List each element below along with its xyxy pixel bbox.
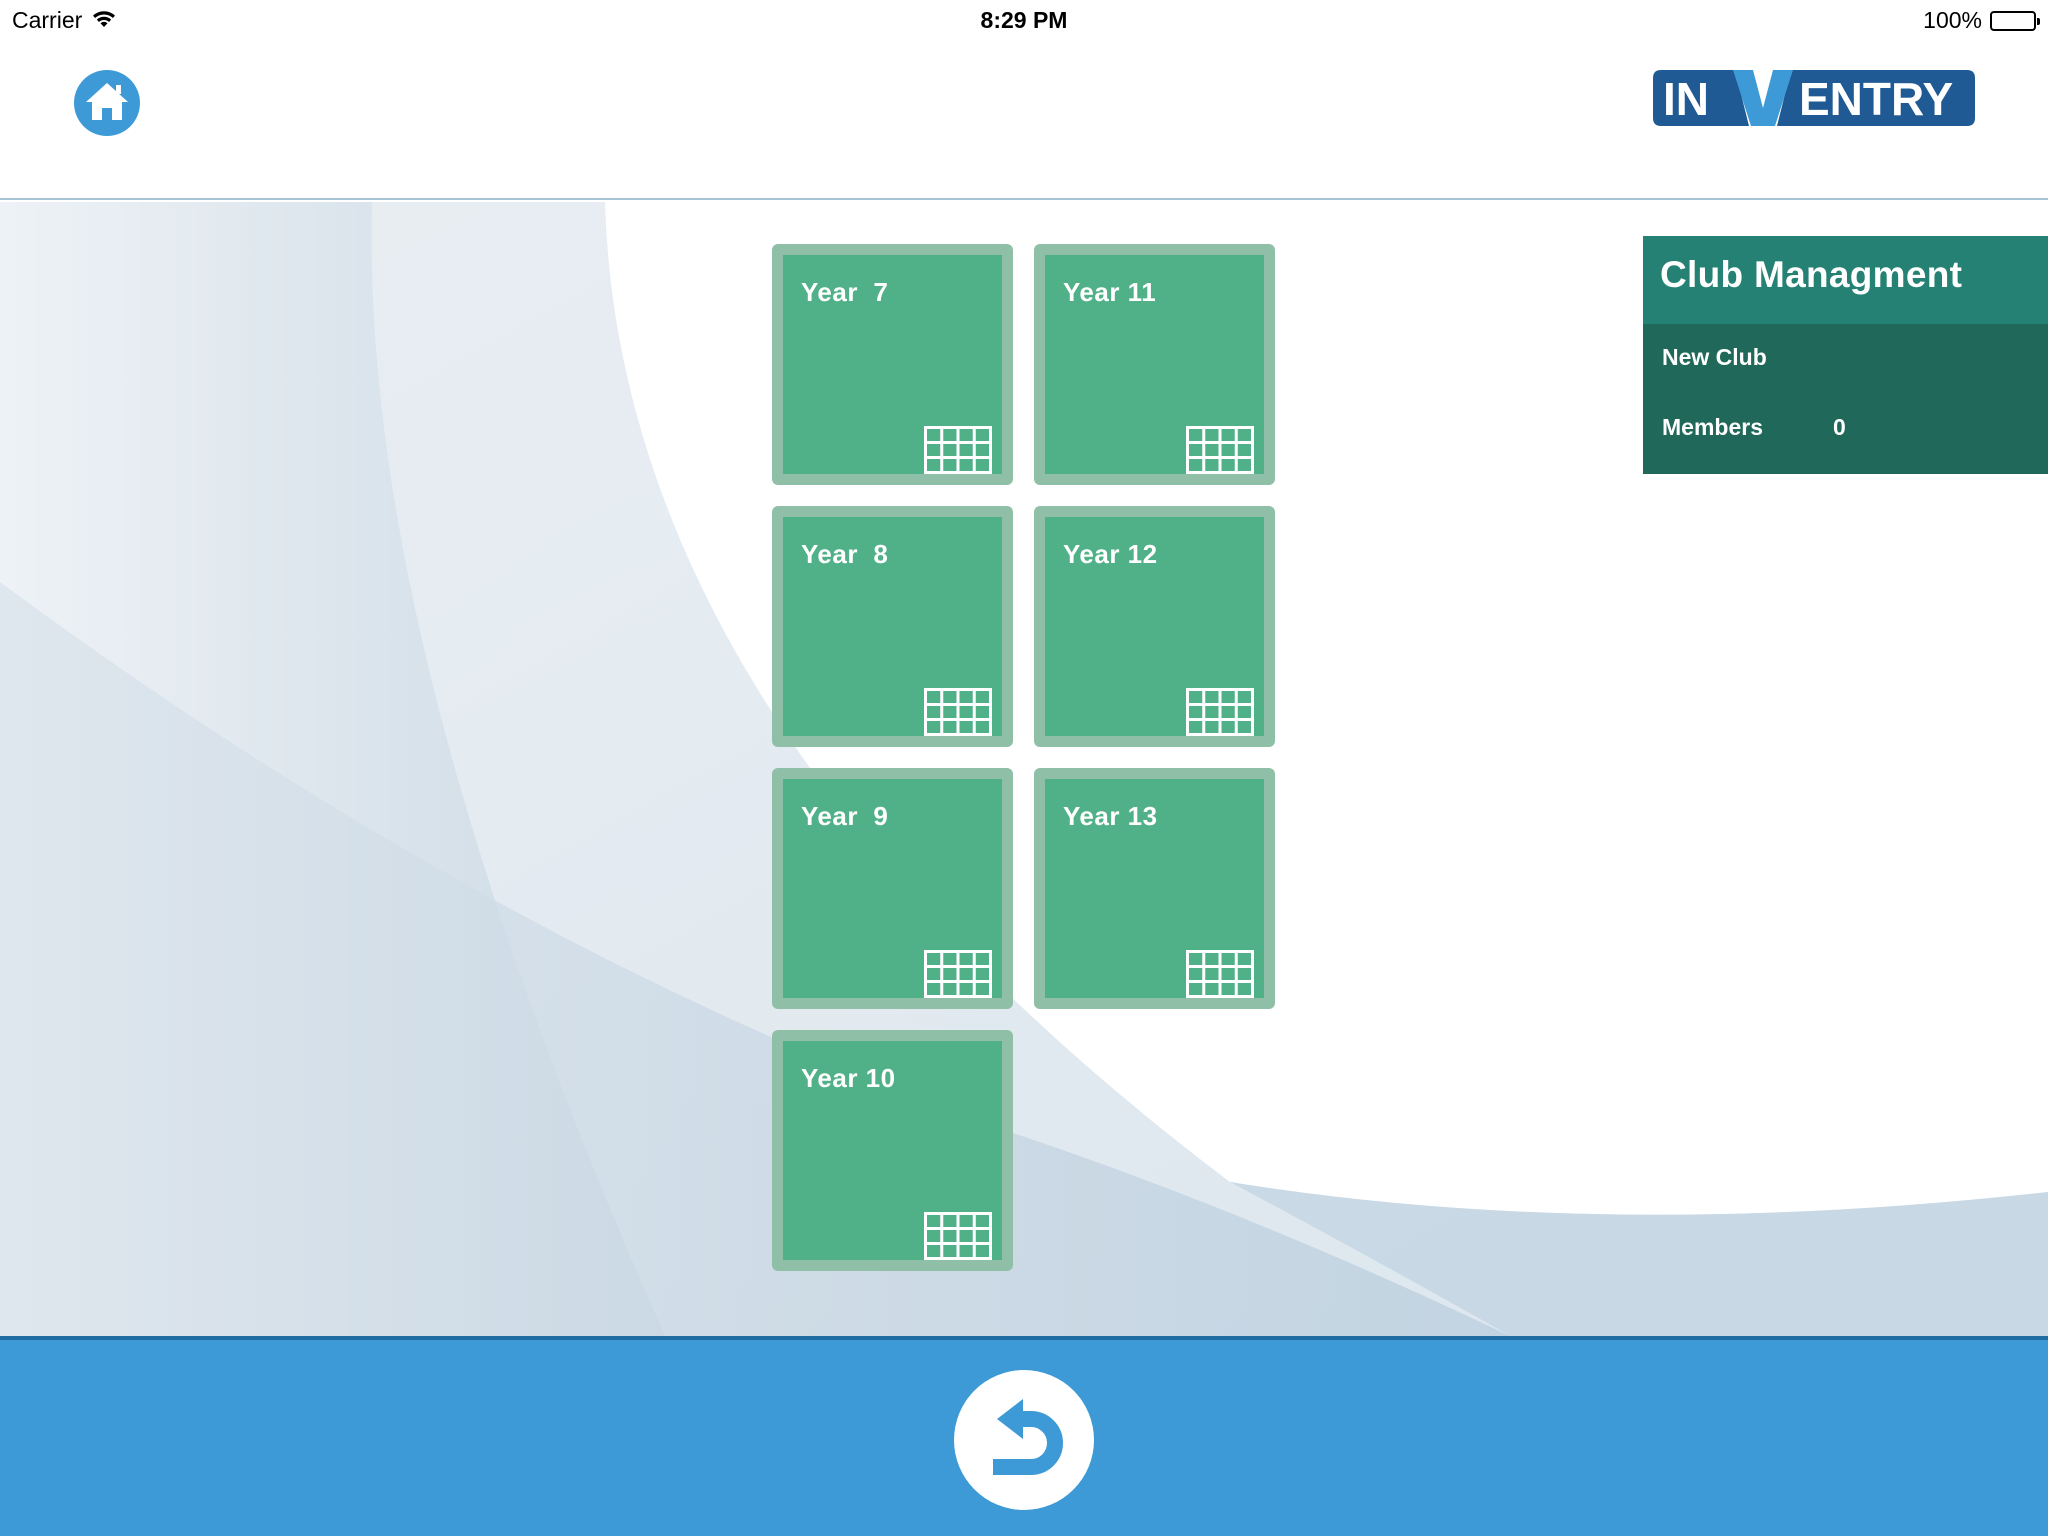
grid-icon (1186, 426, 1254, 474)
undo-icon (979, 1393, 1069, 1488)
tile-body: Year 7 (783, 255, 1002, 474)
panel-body: New Club Members 0 (1643, 324, 2048, 474)
tile-year-12[interactable]: Year 12 (1034, 506, 1275, 747)
tile-label: Year 8 (801, 539, 889, 569)
inventry-logo: IN ENTRY (1653, 70, 1975, 126)
tile-label: Year 11 (1063, 277, 1157, 307)
tile-body: Year 13 (1045, 779, 1264, 998)
club-name: New Club (1662, 344, 1767, 370)
undo-button[interactable] (954, 1370, 1094, 1510)
members-count: 0 (1833, 414, 1846, 440)
app-header: IN ENTRY (0, 40, 2048, 200)
tile-label: Year 13 (1063, 801, 1158, 831)
tile-label: Year 12 (1063, 539, 1158, 569)
grid-icon (1186, 950, 1254, 998)
members-label: Members (1662, 414, 1763, 440)
logo-text-right: ENTRY (1799, 73, 1953, 125)
tile-year-11[interactable]: Year 11 (1034, 244, 1275, 485)
bottom-toolbar (0, 1336, 2048, 1536)
panel-title: Club Managment (1643, 236, 2048, 324)
tile-year-8[interactable]: Year 8 (772, 506, 1013, 747)
tile-label: Year 10 (801, 1063, 896, 1093)
tile-label: Year 7 (801, 277, 889, 307)
tile-body: Year 8 (783, 517, 1002, 736)
grid-icon (924, 950, 992, 998)
tile-year-13[interactable]: Year 13 (1034, 768, 1275, 1009)
grid-icon (924, 688, 992, 736)
tile-body: Year 9 (783, 779, 1002, 998)
tile-label: Year 9 (801, 801, 889, 831)
grid-icon (1186, 688, 1254, 736)
tile-body: Year 10 (783, 1041, 1002, 1260)
tile-body: Year 12 (1045, 517, 1264, 736)
logo-text-left: IN (1663, 73, 1709, 125)
tile-year-10[interactable]: Year 10 (772, 1030, 1013, 1271)
grid-icon (924, 426, 992, 474)
battery-group: 100% (1923, 7, 2040, 34)
clock: 8:29 PM (980, 7, 1068, 33)
battery-percent: 100% (1923, 7, 1982, 33)
status-bar: Carrier 8:29 PM 100% (0, 0, 2048, 40)
home-button[interactable] (74, 70, 140, 136)
club-management-panel: Club Managment New Club Members 0 (1643, 236, 2048, 474)
tile-year-7[interactable]: Year 7 (772, 244, 1013, 485)
battery-icon (1990, 10, 2040, 31)
tile-body: Year 11 (1045, 255, 1264, 474)
grid-icon (924, 1212, 992, 1260)
home-icon (84, 81, 130, 126)
tile-year-9[interactable]: Year 9 (772, 768, 1013, 1009)
